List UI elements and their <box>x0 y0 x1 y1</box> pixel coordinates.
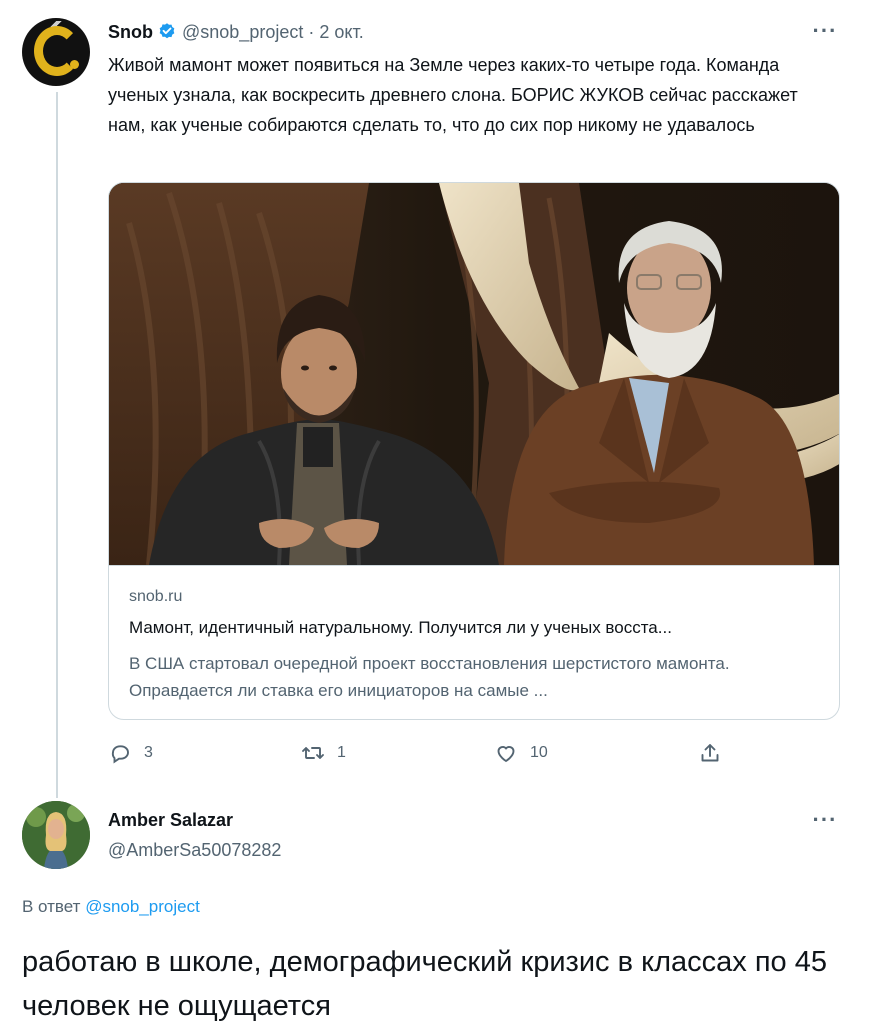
more-options-icon[interactable]: ··· <box>810 20 840 46</box>
more-options-icon[interactable]: ··· <box>810 809 840 835</box>
reply-button[interactable]: 3 <box>108 738 153 768</box>
snob-logo-dot <box>70 60 79 69</box>
card-title: Мамонт, идентичный натуральному. Получит… <box>129 618 672 637</box>
amber-avatar[interactable] <box>22 801 90 869</box>
reply-icon <box>111 745 129 764</box>
retweet-count: 1 <box>337 744 346 761</box>
retweet-icon <box>302 747 324 759</box>
author-name[interactable]: Snob <box>108 22 153 43</box>
author-handle[interactable]: @snob_project <box>182 22 303 43</box>
reply-context: В ответ @snob_project <box>22 897 200 917</box>
card-domain: snob.ru <box>129 588 183 605</box>
tweet-header: Snob @snob_project · 2 окт. <box>108 20 364 44</box>
tweet-actions: 3 1 10 <box>108 738 828 768</box>
header-separator: · <box>308 21 315 42</box>
card-description: В США стартовал очередной проект восстан… <box>129 654 730 700</box>
share-icon <box>701 744 719 762</box>
reply-author-handle[interactable]: @AmberSa50078282 <box>108 840 281 861</box>
card-image <box>109 183 839 565</box>
reply-text: работаю в школе, демографический кризис … <box>22 946 827 1022</box>
share-button[interactable] <box>698 738 722 768</box>
tweet-date[interactable]: 2 окт. <box>319 22 363 43</box>
like-button[interactable]: 10 <box>494 738 548 768</box>
card-meta: snob.ru Мамонт, идентичный натуральному.… <box>109 565 839 719</box>
thread-connector-line <box>56 92 58 798</box>
link-preview-card[interactable]: snob.ru Мамонт, идентичный натуральному.… <box>108 182 840 720</box>
reply-author-name[interactable]: Amber Salazar <box>108 810 233 831</box>
tweet-text: Живой мамонт может появиться на Земле че… <box>108 55 798 135</box>
reply-count: 3 <box>144 744 153 761</box>
reply-prefix: В ответ <box>22 897 81 916</box>
snob-avatar[interactable] <box>22 18 90 86</box>
retweet-button[interactable]: 1 <box>301 738 346 768</box>
like-count: 10 <box>530 744 548 761</box>
like-icon <box>497 746 515 763</box>
verified-badge-icon <box>157 22 177 42</box>
reply-to-link[interactable]: @snob_project <box>85 897 200 916</box>
